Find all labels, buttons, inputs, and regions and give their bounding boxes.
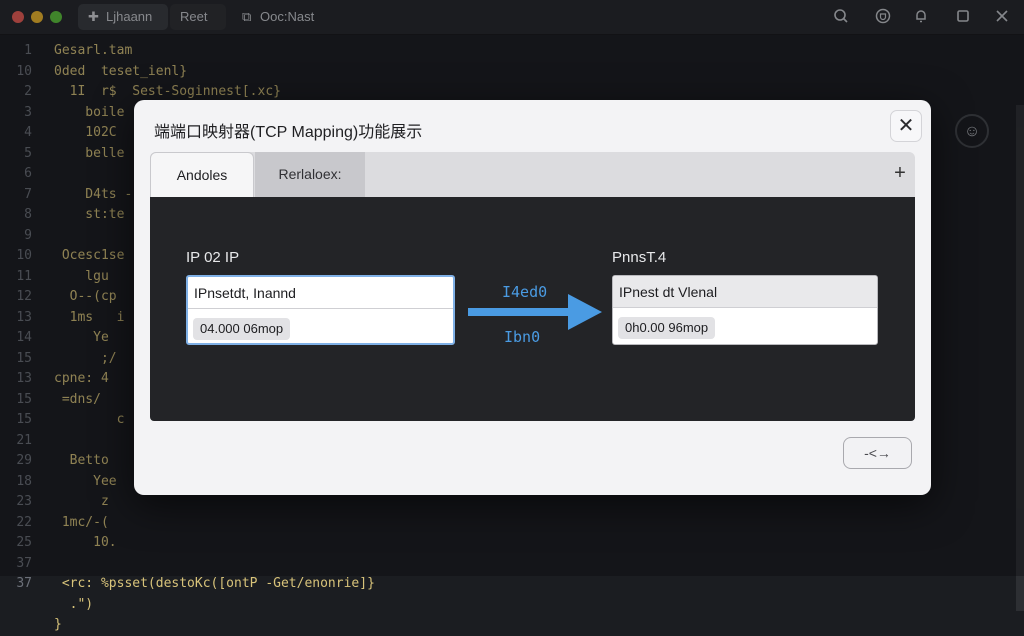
source-port-chip[interactable]: 04.000 06mop [193,318,291,340]
dialog-title: 端端口映射器(TCP Mapping)功能展示 [154,124,423,141]
add-tab-button[interactable]: + [886,152,914,197]
source-box: IPnsetdt, Inannd 04.000 06mop [186,275,455,345]
dialog-action-button[interactable]: -<→ [843,437,912,469]
code-line[interactable]: <rc: %psset(destoKc([ontP -Get/enonrie]} [54,574,375,595]
mapping-panel: IP 02 IP IPnsetdt, Inannd 04.000 06mop I… [150,197,915,421]
tab-rerlaloex[interactable]: Rerlaloex: [255,152,365,197]
source-label: IP 02 IP [186,249,240,266]
target-box: IPnest dt Vlenal 0h0.00 96mop [612,275,878,345]
mapping-arrow-icon [468,294,602,330]
dialog-close-button[interactable]: ✕ [890,110,922,142]
target-port-chip[interactable]: 0h0.00 96mop [618,317,716,339]
arrow-bottom-label: Ibn0 [504,328,541,346]
line-number: 37 [16,576,32,591]
target-label: PnnsT.4 [612,249,667,266]
target-input[interactable]: IPnest dt Vlenal [613,276,877,308]
code-line[interactable]: } [54,615,375,636]
tcp-mapping-dialog: 端端口映射器(TCP Mapping)功能展示 ✕ Andoles Rerlal… [134,100,931,495]
tab-andoles[interactable]: Andoles [150,152,254,197]
dialog-tab-bar: Andoles Rerlaloex: + [150,152,915,197]
code-line[interactable]: .") [54,595,375,616]
source-input[interactable]: IPnsetdt, Inannd [188,277,453,309]
